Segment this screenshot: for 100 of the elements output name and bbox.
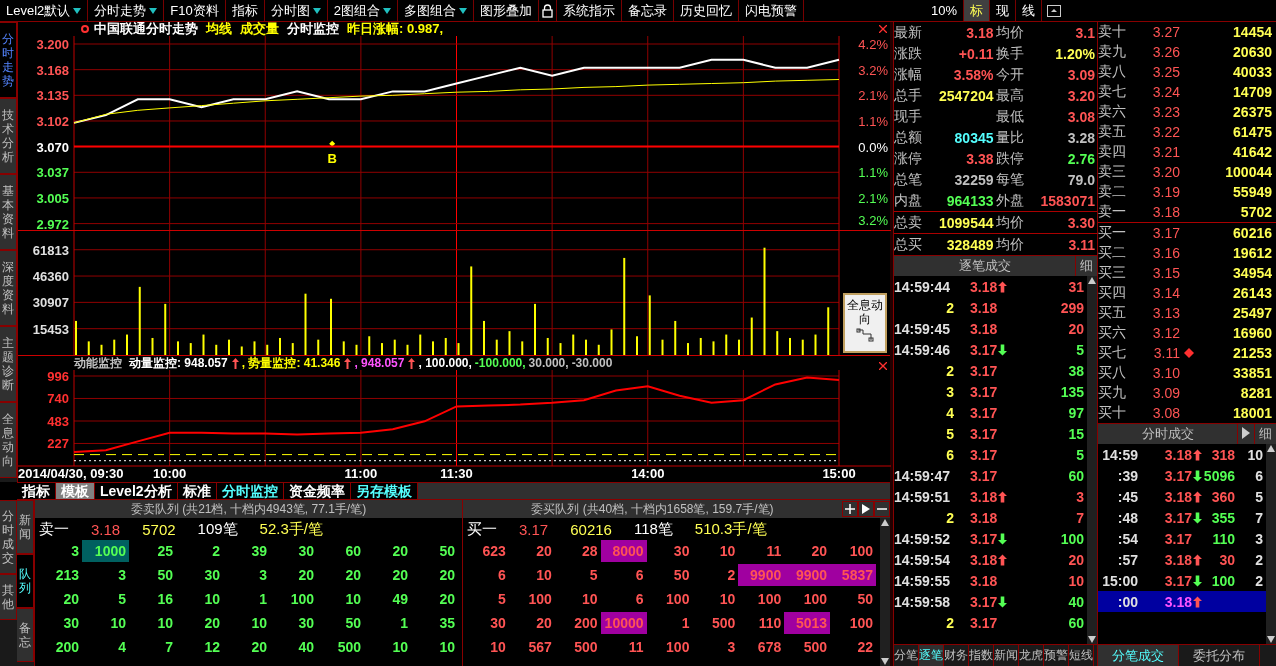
- quote-label: 总买: [894, 235, 923, 254]
- queue-cell-text: 100: [665, 590, 691, 609]
- queue-cell-text: 623: [481, 542, 507, 561]
- axis-label: 2.972: [36, 216, 69, 230]
- trade-count: 6: [1254, 467, 1263, 484]
- sequence-number: 6: [945, 446, 955, 463]
- summary-value: 118笔: [633, 519, 673, 539]
- order-volume: 41642: [1232, 144, 1272, 160]
- trade-time: :48: [1116, 509, 1139, 526]
- trade-volume: 7: [1075, 509, 1084, 526]
- queue-cell-text: 10: [438, 638, 456, 657]
- queue-cell-text: 10: [156, 614, 174, 633]
- indicator-value: 30.000,: [528, 356, 569, 371]
- quote-value: 328489: [945, 236, 994, 253]
- queue-cell-text: 500: [573, 638, 599, 657]
- order-volume: 61475: [1232, 124, 1272, 140]
- queue-cell-text: 100: [802, 590, 829, 609]
- legend-label: 分时监控: [287, 20, 339, 38]
- quote-value: 32259: [953, 171, 994, 188]
- axis-label: 996: [47, 370, 69, 385]
- trade-time: 14:59:44: [894, 278, 952, 295]
- order-price: 3.10: [1151, 365, 1180, 381]
- sequence-number: 2: [945, 362, 955, 379]
- order-price: 3.18: [1151, 204, 1180, 220]
- queue-cell-text: 500: [336, 638, 362, 657]
- indicator-value: , 100.000,: [418, 356, 472, 371]
- order-level: 卖七: [1098, 83, 1127, 101]
- order-level: 卖三: [1098, 163, 1127, 181]
- quote-value: 964133: [945, 192, 994, 209]
- trade-price: 3.17: [970, 593, 998, 610]
- sequence-number: 2: [945, 509, 955, 526]
- queue-cell-text: 10: [489, 638, 507, 657]
- trade-time: 14:59:52: [894, 530, 952, 547]
- trade-time: 14:59:46: [894, 341, 952, 358]
- queue-cell: 9900: [784, 564, 831, 586]
- indicator-value: -100.000,: [474, 356, 526, 371]
- queue-cell-text: 5: [117, 590, 127, 609]
- queue-cell-text: 5: [497, 590, 507, 609]
- indicator-value: -30.000: [571, 356, 613, 371]
- order-volume: 60216: [1232, 225, 1272, 241]
- order-price: 3.08: [1151, 405, 1180, 421]
- quote-value: 3.08: [1066, 108, 1095, 125]
- chart-title: 中国联通分时走势: [94, 20, 198, 38]
- quote-label: 量比: [994, 128, 1025, 147]
- time-label: 10:00: [153, 466, 187, 482]
- queue-title: 委买队列 (共40档, 十档内1658笔, 159.7手/笔): [530, 500, 775, 518]
- queue-cell-text: 50: [344, 614, 362, 633]
- queue-cell-text: 1: [399, 614, 409, 633]
- indicator-value: , 势量监控: 41.346: [241, 354, 341, 372]
- queue-cell-text: 50: [672, 566, 691, 585]
- order-volume: 20630: [1232, 44, 1272, 60]
- trade-volume: 100: [1059, 530, 1084, 547]
- queue-cell-text: 7: [164, 638, 174, 657]
- order-level: 卖八: [1098, 63, 1127, 81]
- queue-cell-text: 6: [634, 566, 645, 585]
- trade-price: 3.17: [970, 404, 998, 421]
- queue-cell-text: 30: [489, 614, 507, 633]
- trade-volume: 5: [1075, 341, 1084, 358]
- trade-volume: 38: [1067, 362, 1084, 379]
- quote-value: +0.11: [957, 45, 994, 62]
- queue-cell-text: 20: [438, 566, 456, 585]
- order-volume: 5702: [1239, 204, 1272, 220]
- trade-price: 3.17: [1164, 530, 1192, 547]
- order-volume: 55949: [1232, 184, 1272, 200]
- trade-time: 14:59:51: [894, 488, 952, 505]
- trade-price: 3.17: [1164, 467, 1192, 484]
- summary-value: 5702: [142, 520, 176, 538]
- order-level: 买八: [1098, 364, 1127, 382]
- axis-label: 483: [47, 414, 69, 430]
- trade-volume: 360: [1210, 488, 1235, 505]
- quote-label: 涨停: [894, 149, 923, 168]
- quote-value: 3.20: [1066, 87, 1095, 104]
- quote-value: 79.0: [1066, 171, 1095, 188]
- order-volume: 25497: [1232, 305, 1272, 321]
- order-level: 卖二: [1098, 183, 1127, 201]
- trade-price: 3.18: [1164, 593, 1192, 610]
- axis-label: 3.037: [36, 165, 69, 181]
- order-level: 买二: [1098, 244, 1127, 262]
- quote-value: 1583071: [1039, 192, 1095, 209]
- queue-cell-text: 20: [344, 566, 362, 585]
- order-level: 买四: [1098, 284, 1127, 302]
- quote-label: 涨跌: [894, 44, 923, 63]
- queue-cell-text: 11: [765, 542, 783, 561]
- queue-cell-text: 20: [535, 614, 553, 633]
- legend-label: 昨日涨幅: 0.987,: [347, 20, 444, 38]
- trade-count: 7: [1254, 509, 1263, 526]
- summary-value: 60216: [570, 520, 612, 538]
- quote-value: 1099544: [938, 214, 994, 231]
- queue-cell-text: 11: [627, 638, 645, 657]
- trade-volume: 40: [1067, 593, 1084, 610]
- trade-volume: 3: [1075, 488, 1084, 505]
- quote-value: 2.76: [1066, 150, 1095, 167]
- quote-label: 最低: [994, 107, 1025, 126]
- trade-volume: 10: [1067, 572, 1084, 589]
- trade-time: :39: [1116, 467, 1139, 484]
- quote-label: 总额: [894, 128, 923, 147]
- queue-title: 委卖队列 (共21档, 十档内4943笔, 77.1手/笔): [129, 500, 368, 518]
- queue-cell-text: 16: [156, 590, 174, 609]
- trade-volume: 60: [1067, 467, 1084, 484]
- axis-label: 30907: [32, 294, 69, 310]
